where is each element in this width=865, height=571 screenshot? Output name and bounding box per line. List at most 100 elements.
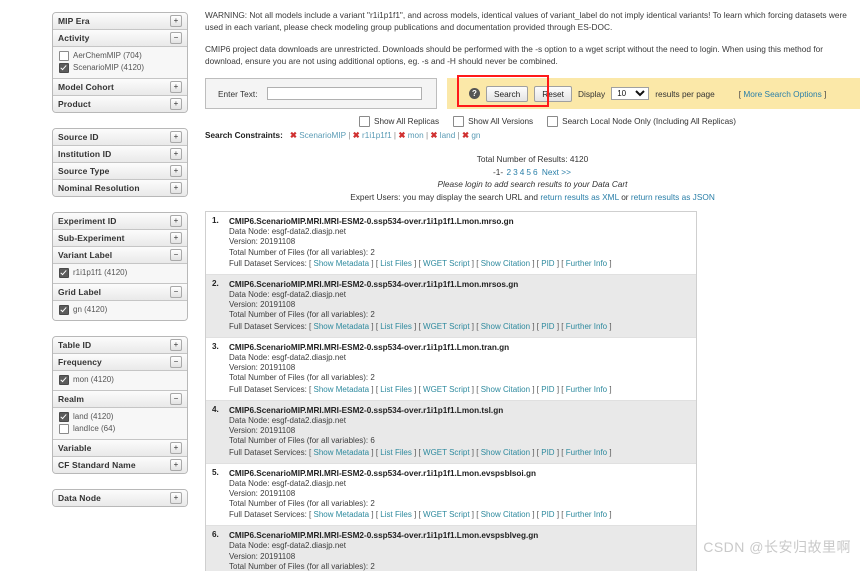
facet-header-activity[interactable]: Activity − (53, 30, 187, 47)
service-link-pid[interactable]: [ PID ] (537, 448, 559, 457)
service-link-pid[interactable]: [ PID ] (537, 510, 559, 519)
page-number-link[interactable]: 5 (526, 167, 531, 177)
service-link-label[interactable]: Show Citation (481, 448, 530, 457)
facet-option[interactable]: mon (4120) (59, 374, 181, 386)
result-title[interactable]: CMIP6.ScenarioMIP.MRI.MRI-ESM2-0.ssp534-… (229, 342, 690, 353)
result-title[interactable]: CMIP6.ScenarioMIP.MRI.MRI-ESM2-0.ssp534-… (229, 405, 690, 416)
facet-option[interactable]: ScenarioMIP (4120) (59, 62, 181, 74)
remove-x-icon[interactable]: ✖ (353, 130, 360, 140)
facet-header-product[interactable]: Product + (53, 96, 187, 112)
remove-x-icon[interactable]: ✖ (462, 130, 469, 140)
checkbox-checked-icon[interactable] (59, 63, 69, 73)
page-number-link[interactable]: 2 (506, 167, 511, 177)
service-link-wget-script[interactable]: [ WGET Script ] (419, 510, 474, 519)
service-link-label[interactable]: List Files (380, 510, 412, 519)
service-link-wget-script[interactable]: [ WGET Script ] (419, 448, 474, 457)
expand-icon[interactable]: + (170, 148, 182, 160)
service-link-label[interactable]: Further Info (566, 510, 607, 519)
collapse-icon[interactable]: − (170, 356, 182, 368)
service-link-label[interactable]: WGET Script (423, 259, 470, 268)
expand-icon[interactable]: + (170, 98, 182, 110)
expand-icon[interactable]: + (170, 15, 182, 27)
service-link-show-citation[interactable]: [ Show Citation ] (476, 510, 534, 519)
service-link-further-info[interactable]: [ Further Info ] (561, 448, 611, 457)
service-link-label[interactable]: WGET Script (423, 448, 470, 457)
service-link-further-info[interactable]: [ Further Info ] (561, 510, 611, 519)
service-link-label[interactable]: PID (541, 259, 554, 268)
checkbox-checked-icon[interactable] (59, 412, 69, 422)
collapse-icon[interactable]: − (170, 249, 182, 261)
facet-header-sub-experiment[interactable]: Sub-Experiment + (53, 230, 187, 247)
expand-icon[interactable]: + (170, 215, 182, 227)
service-link-further-info[interactable]: [ Further Info ] (561, 259, 611, 268)
facet-header-variable[interactable]: Variable + (53, 440, 187, 457)
service-link-label[interactable]: List Files (380, 385, 412, 394)
service-link-label[interactable]: WGET Script (423, 322, 470, 331)
service-link-show-metadata[interactable]: [ Show Metadata ] (309, 322, 374, 331)
expand-icon[interactable]: + (170, 81, 182, 93)
facet-header-experiment-id[interactable]: Experiment ID + (53, 213, 187, 230)
service-link-show-citation[interactable]: [ Show Citation ] (476, 322, 534, 331)
service-link-label[interactable]: Further Info (566, 322, 607, 331)
constraint-value[interactable]: ScenarioMIP (299, 131, 346, 140)
facet-header-nominal-resolution[interactable]: Nominal Resolution + (53, 180, 187, 196)
constraint-value[interactable]: land (440, 131, 455, 140)
service-link-label[interactable]: Show Metadata (314, 448, 370, 457)
expand-icon[interactable]: + (170, 339, 182, 351)
search-button[interactable]: Search (486, 85, 529, 102)
remove-x-icon[interactable]: ✖ (430, 130, 437, 140)
expand-icon[interactable]: + (170, 232, 182, 244)
expand-icon[interactable]: + (170, 131, 182, 143)
service-link-label[interactable]: Show Metadata (314, 510, 370, 519)
return-results-json-link[interactable]: return results as JSON (631, 192, 715, 202)
service-link-wget-script[interactable]: [ WGET Script ] (419, 259, 474, 268)
service-link-label[interactable]: Show Citation (481, 385, 530, 394)
page-next-link[interactable]: Next >> (542, 167, 571, 177)
result-title[interactable]: CMIP6.ScenarioMIP.MRI.MRI-ESM2-0.ssp534-… (229, 279, 690, 290)
facet-header-model-cohort[interactable]: Model Cohort + (53, 79, 187, 96)
service-link-list-files[interactable]: [ List Files ] (376, 385, 417, 394)
service-link-show-metadata[interactable]: [ Show Metadata ] (309, 385, 374, 394)
facet-header-grid-label[interactable]: Grid Label − (53, 284, 187, 301)
service-link-label[interactable]: Show Citation (481, 322, 530, 331)
collapse-icon[interactable]: − (170, 286, 182, 298)
checkbox-checked-icon[interactable] (59, 268, 69, 278)
checkbox-checked-icon[interactable] (59, 375, 69, 385)
checkbox-icon[interactable] (358, 116, 370, 127)
service-link-label[interactable]: PID (541, 448, 554, 457)
constraint-value[interactable]: mon (408, 131, 424, 140)
checkbox-icon[interactable] (59, 424, 69, 434)
service-link-label[interactable]: WGET Script (423, 385, 470, 394)
service-link-label[interactable]: Show Metadata (314, 322, 370, 331)
service-link-show-metadata[interactable]: [ Show Metadata ] (309, 259, 374, 268)
facet-header-mip-era[interactable]: MIP Era + (53, 13, 187, 30)
facet-header-variant-label[interactable]: Variant Label − (53, 247, 187, 264)
page-number-link[interactable]: 6 (533, 167, 538, 177)
facet-header-table-id[interactable]: Table ID + (53, 337, 187, 354)
service-link-label[interactable]: PID (541, 385, 554, 394)
service-link-label[interactable]: Show Citation (481, 510, 530, 519)
service-link-show-metadata[interactable]: [ Show Metadata ] (309, 510, 374, 519)
facet-header-source-id[interactable]: Source ID + (53, 129, 187, 146)
search-local-node-option[interactable]: Search Local Node Only (Including All Re… (547, 116, 736, 127)
facet-header-institution-id[interactable]: Institution ID + (53, 146, 187, 163)
service-link-pid[interactable]: [ PID ] (537, 259, 559, 268)
service-link-show-citation[interactable]: [ Show Citation ] (476, 259, 534, 268)
question-mark-icon[interactable]: ? (469, 88, 480, 99)
constraint-value[interactable]: r1i1p1f1 (362, 131, 392, 140)
show-all-versions-option[interactable]: Show All Versions (453, 116, 533, 127)
service-link-pid[interactable]: [ PID ] (537, 385, 559, 394)
constraint-value[interactable]: gn (471, 131, 480, 140)
service-link-list-files[interactable]: [ List Files ] (376, 510, 417, 519)
service-link-further-info[interactable]: [ Further Info ] (561, 322, 611, 331)
service-link-list-files[interactable]: [ List Files ] (376, 259, 417, 268)
service-link-label[interactable]: Show Metadata (314, 259, 370, 268)
facet-header-data-node[interactable]: Data Node + (53, 490, 187, 506)
service-link-show-citation[interactable]: [ Show Citation ] (476, 385, 534, 394)
page-number-link[interactable]: 4 (520, 167, 525, 177)
service-link-pid[interactable]: [ PID ] (537, 322, 559, 331)
expand-icon[interactable]: + (170, 442, 182, 454)
results-per-page-select[interactable]: 102050100 (611, 87, 650, 100)
expand-icon[interactable]: + (170, 492, 182, 504)
service-link-label[interactable]: Show Metadata (314, 385, 370, 394)
